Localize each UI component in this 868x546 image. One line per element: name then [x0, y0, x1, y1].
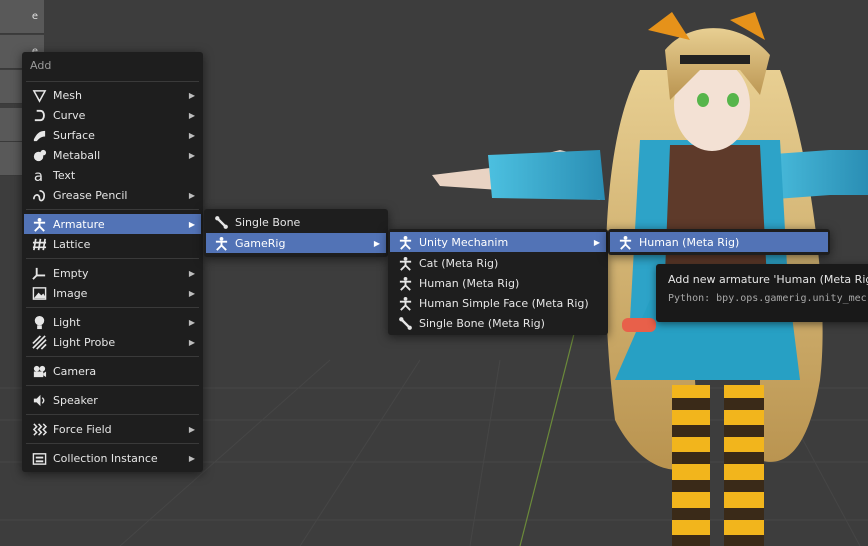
- menu-item-speaker[interactable]: Speaker: [24, 390, 201, 410]
- menu-item-curve[interactable]: Curve ▶: [24, 105, 201, 125]
- menu-item-lattice[interactable]: Lattice: [24, 234, 201, 254]
- menu-item-human-simple-face-meta-rig[interactable]: Human Simple Face (Meta Rig): [390, 293, 606, 313]
- curve-icon: [31, 107, 47, 123]
- lattice-icon: [31, 236, 47, 252]
- menu-item-force-field[interactable]: Force Field ▶: [24, 419, 201, 439]
- submenu-arrow-icon: ▶: [188, 288, 196, 298]
- submenu-arrow-icon: ▶: [593, 237, 601, 247]
- armature-icon: [213, 235, 229, 251]
- armature-icon: [397, 275, 413, 291]
- submenu-arrow-icon: ▶: [188, 150, 196, 160]
- menu-item-armature[interactable]: Armature ▶: [24, 214, 201, 234]
- submenu-arrow-icon: ▶: [188, 317, 196, 327]
- grease-pencil-icon: [31, 187, 47, 203]
- menu-item-human-meta-rig[interactable]: Human (Meta Rig): [390, 273, 606, 293]
- separator: [26, 307, 199, 308]
- armature-icon: [397, 295, 413, 311]
- mesh-icon: [31, 87, 47, 103]
- metaball-icon: [31, 147, 47, 163]
- armature-icon: [31, 216, 47, 232]
- submenu-arrow-icon: ▶: [188, 219, 196, 229]
- menu-item-gamerig[interactable]: GameRig ▶: [206, 233, 386, 253]
- menu-item-text[interactable]: a Text: [24, 165, 201, 185]
- submenu-arrow-icon: ▶: [188, 424, 196, 434]
- tooltip: Add new armature 'Human (Meta Rig)' t Py…: [656, 264, 868, 322]
- add-menu: Add Mesh ▶ Curve ▶ Surface ▶ Metaball ▶ a Te…: [22, 52, 203, 472]
- unity-mechanim-submenu: Human (Meta Rig): [608, 229, 830, 255]
- menu-item-light-probe[interactable]: Light Probe ▶: [24, 332, 201, 352]
- gamerig-submenu: Unity Mechanim ▶ Cat (Meta Rig) Human (Me…: [388, 229, 608, 335]
- empty-icon: [31, 265, 47, 281]
- collection-instance-icon: [31, 450, 47, 466]
- submenu-arrow-icon: ▶: [188, 337, 196, 347]
- text-icon: a: [31, 167, 47, 183]
- tooltip-python: Python: bpy.ops.gamerig.unity_mec: [668, 293, 867, 304]
- submenu-arrow-icon: ▶: [188, 130, 196, 140]
- tooltip-description: Add new armature 'Human (Meta Rig)' t: [668, 273, 868, 286]
- menu-item-empty[interactable]: Empty ▶: [24, 263, 201, 283]
- separator: [26, 443, 199, 444]
- menu-item-unity-mechanim[interactable]: Unity Mechanim ▶: [390, 232, 606, 252]
- menu-item-surface[interactable]: Surface ▶: [24, 125, 201, 145]
- submenu-arrow-icon: ▶: [188, 268, 196, 278]
- menu-item-metaball[interactable]: Metaball ▶: [24, 145, 201, 165]
- separator: [26, 258, 199, 259]
- armature-icon: [617, 234, 633, 250]
- armature-icon: [397, 255, 413, 271]
- menu-item-camera[interactable]: Camera: [24, 361, 201, 381]
- speaker-icon: [31, 392, 47, 408]
- light-icon: [31, 314, 47, 330]
- submenu-arrow-icon: ▶: [373, 238, 381, 248]
- menu-item-cat-meta-rig[interactable]: Cat (Meta Rig): [390, 253, 606, 273]
- camera-icon: [31, 363, 47, 379]
- menu-item-light[interactable]: Light ▶: [24, 312, 201, 332]
- separator: [26, 81, 199, 82]
- separator: [26, 414, 199, 415]
- submenu-arrow-icon: ▶: [188, 110, 196, 120]
- light-probe-icon: [31, 334, 47, 350]
- armature-submenu: Single Bone GameRig ▶: [204, 209, 388, 257]
- menu-item-collection-instance[interactable]: Collection Instance ▶: [24, 448, 201, 468]
- menu-item-single-bone[interactable]: Single Bone: [206, 212, 386, 232]
- submenu-arrow-icon: ▶: [188, 453, 196, 463]
- menu-item-single-bone-meta-rig[interactable]: Single Bone (Meta Rig): [390, 313, 606, 333]
- menu-item-image[interactable]: Image ▶: [24, 283, 201, 303]
- submenu-arrow-icon: ▶: [188, 190, 196, 200]
- menu-item-human-meta-rig-unity[interactable]: Human (Meta Rig): [610, 232, 828, 252]
- submenu-arrow-icon: ▶: [188, 90, 196, 100]
- separator: [26, 209, 199, 210]
- image-icon: [31, 285, 47, 301]
- toolbar-button-1[interactable]: e: [0, 0, 44, 34]
- svg-text:a: a: [33, 168, 42, 183]
- force-field-icon: [31, 421, 47, 437]
- separator: [26, 356, 199, 357]
- bone-icon: [397, 315, 413, 331]
- surface-icon: [31, 127, 47, 143]
- menu-item-mesh[interactable]: Mesh ▶: [24, 85, 201, 105]
- separator: [26, 385, 199, 386]
- armature-icon: [397, 234, 413, 250]
- add-menu-title: Add: [30, 59, 52, 72]
- bone-icon: [213, 214, 229, 230]
- menu-item-grease-pencil[interactable]: Grease Pencil ▶: [24, 185, 201, 205]
